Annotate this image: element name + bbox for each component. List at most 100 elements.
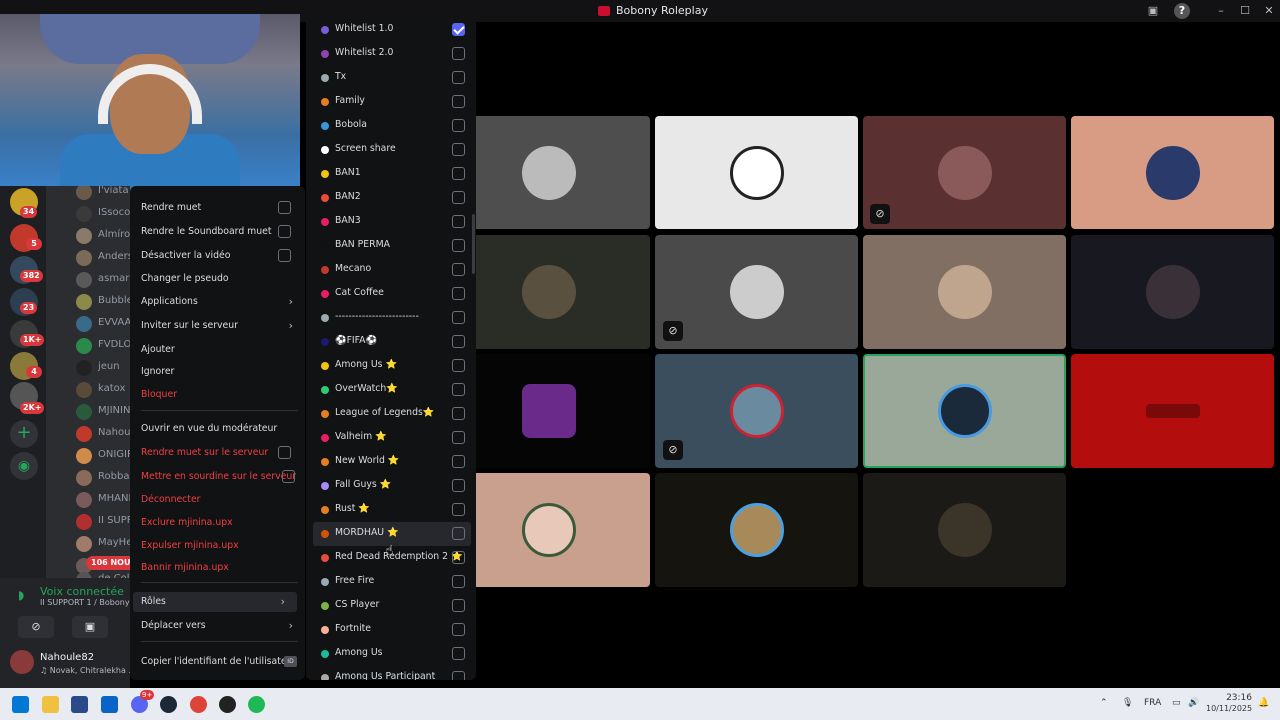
screen-share-icon[interactable]: ▣	[72, 616, 108, 638]
role-checkbox[interactable]	[452, 119, 465, 132]
menu-item-kick[interactable]: Expulser mjinina.upx	[141, 536, 301, 556]
voice-member[interactable]: asmar	[46, 270, 130, 288]
role-item[interactable]: Valheim ⭐	[313, 426, 471, 450]
participant-tile[interactable]	[863, 473, 1066, 587]
menu-item-change-nickname[interactable]: Changer le pseudo	[141, 269, 301, 289]
microphone-icon[interactable]: 🎙	[1122, 698, 1133, 708]
participant-tile[interactable]	[863, 235, 1066, 349]
menu-item-ban[interactable]: Bannir mjinina.upx	[141, 558, 301, 578]
clock-date[interactable]: 10/11/2025	[1206, 704, 1252, 713]
avatar[interactable]	[10, 650, 34, 674]
role-item[interactable]: BAN1	[313, 162, 471, 186]
clock-time[interactable]: 23:16	[1212, 693, 1252, 703]
role-checkbox[interactable]	[452, 431, 465, 444]
voice-member[interactable]: RobbaN	[46, 468, 130, 486]
role-checkbox[interactable]	[452, 95, 465, 108]
app-icon[interactable]	[71, 696, 88, 713]
checkbox[interactable]	[278, 249, 291, 262]
camera-off-icon[interactable]: ⊘	[18, 616, 54, 638]
voice-member[interactable]: de Cola	[46, 570, 130, 578]
menu-item-server-deafen[interactable]: Mettre en sourdine sur le serveur	[141, 467, 301, 487]
role-item[interactable]: Bobola	[313, 114, 471, 138]
role-checkbox[interactable]	[452, 23, 465, 36]
chrome-icon[interactable]	[190, 696, 207, 713]
app-icon[interactable]	[219, 696, 236, 713]
checkbox[interactable]	[278, 201, 291, 214]
voice-member[interactable]: katox	[46, 380, 130, 398]
voice-status[interactable]: Voix connectée	[40, 585, 124, 598]
role-item[interactable]: BAN PERMA	[313, 234, 471, 258]
add-server-icon[interactable]: +	[10, 420, 38, 448]
role-item[interactable]: Among Us	[313, 642, 471, 666]
role-item[interactable]: Rust ⭐	[313, 498, 471, 522]
role-checkbox[interactable]	[452, 143, 465, 156]
participant-tile[interactable]	[448, 354, 650, 468]
role-checkbox[interactable]	[452, 479, 465, 492]
voice-member[interactable]: II SUPPO	[46, 512, 130, 530]
voice-member[interactable]: I'viata	[46, 186, 130, 200]
participant-tile[interactable]	[448, 235, 650, 349]
steam-icon[interactable]	[160, 696, 177, 713]
outlook-icon[interactable]	[101, 696, 118, 713]
role-checkbox[interactable]	[452, 191, 465, 204]
role-item[interactable]: Whitelist 2.0	[313, 42, 471, 66]
participant-tile[interactable]: ⊘	[655, 354, 858, 468]
role-item[interactable]: Fortnite	[313, 618, 471, 642]
role-item[interactable]: BAN3	[313, 210, 471, 234]
notification-bell-icon[interactable]: 🔔	[1258, 698, 1269, 708]
role-checkbox[interactable]	[452, 503, 465, 516]
role-item[interactable]: Tx	[313, 66, 471, 90]
role-item[interactable]: New World ⭐	[313, 450, 471, 474]
participant-tile[interactable]	[1071, 235, 1274, 349]
maximize-button[interactable]: ☐	[1236, 3, 1254, 19]
participant-tile[interactable]	[448, 473, 650, 587]
language-indicator[interactable]: FRA	[1144, 698, 1161, 708]
checkbox[interactable]	[282, 470, 295, 483]
menu-item-mod-view[interactable]: Ouvrir en vue du modérateur	[141, 419, 301, 439]
menu-item-apps[interactable]: Applications ›	[141, 292, 301, 312]
voice-member[interactable]: ONIGIR	[46, 446, 130, 464]
inbox-icon[interactable]: ▣	[1144, 3, 1162, 19]
network-icon[interactable]: ▭	[1172, 698, 1181, 708]
voice-member[interactable]: MayHer	[46, 534, 130, 552]
voice-member[interactable]: MHANI	[46, 490, 130, 508]
voice-member[interactable]: Nahoule	[46, 424, 130, 442]
menu-item-roles[interactable]: Rôles ›	[133, 592, 297, 612]
voice-member[interactable]: ISsoco G	[46, 204, 130, 222]
participant-tile[interactable]	[448, 116, 650, 229]
role-checkbox[interactable]	[452, 455, 465, 468]
role-checkbox[interactable]	[452, 311, 465, 324]
participant-tile[interactable]: ⊘	[655, 235, 858, 349]
participant-tile[interactable]	[1071, 354, 1274, 468]
participant-tile[interactable]	[863, 116, 1066, 229]
role-item[interactable]: Fall Guys ⭐	[313, 474, 471, 498]
menu-item-exclude[interactable]: Exclure mjinina.upx	[141, 513, 301, 533]
role-item[interactable]: Mecano	[313, 258, 471, 282]
menu-item-disable-video[interactable]: Désactiver la vidéo	[141, 246, 301, 266]
role-checkbox[interactable]	[452, 239, 465, 252]
role-checkbox[interactable]	[452, 383, 465, 396]
role-item[interactable]: -------------------------	[313, 306, 471, 330]
role-checkbox[interactable]	[452, 671, 465, 680]
menu-item-ignore[interactable]: Ignorer	[141, 362, 301, 382]
participant-tile[interactable]	[1071, 116, 1274, 229]
menu-item-block[interactable]: Bloquer	[141, 385, 301, 405]
role-item[interactable]: Free Fire	[313, 570, 471, 594]
role-checkbox[interactable]	[452, 647, 465, 660]
role-item[interactable]: Among Us ⭐	[313, 354, 471, 378]
menu-item-server-mute[interactable]: Rendre muet sur le serveur	[141, 443, 301, 463]
windows-start-icon[interactable]	[12, 696, 29, 713]
role-item[interactable]: Family	[313, 90, 471, 114]
voice-member[interactable]: Bubble	[46, 292, 130, 310]
role-checkbox[interactable]	[452, 71, 465, 84]
menu-item-move-to[interactable]: Déplacer vers ›	[141, 616, 301, 636]
role-item[interactable]: Screen share	[313, 138, 471, 162]
spotify-icon[interactable]	[248, 696, 265, 713]
close-button[interactable]: ✕	[1260, 3, 1278, 19]
checkbox[interactable]	[278, 225, 291, 238]
scrollbar[interactable]	[472, 214, 475, 274]
role-checkbox[interactable]	[452, 359, 465, 372]
voice-member[interactable]: MJININ	[46, 402, 130, 420]
role-item[interactable]: ⚽FIFA⚽	[313, 330, 471, 354]
voice-member[interactable]: Almíron	[46, 226, 130, 244]
